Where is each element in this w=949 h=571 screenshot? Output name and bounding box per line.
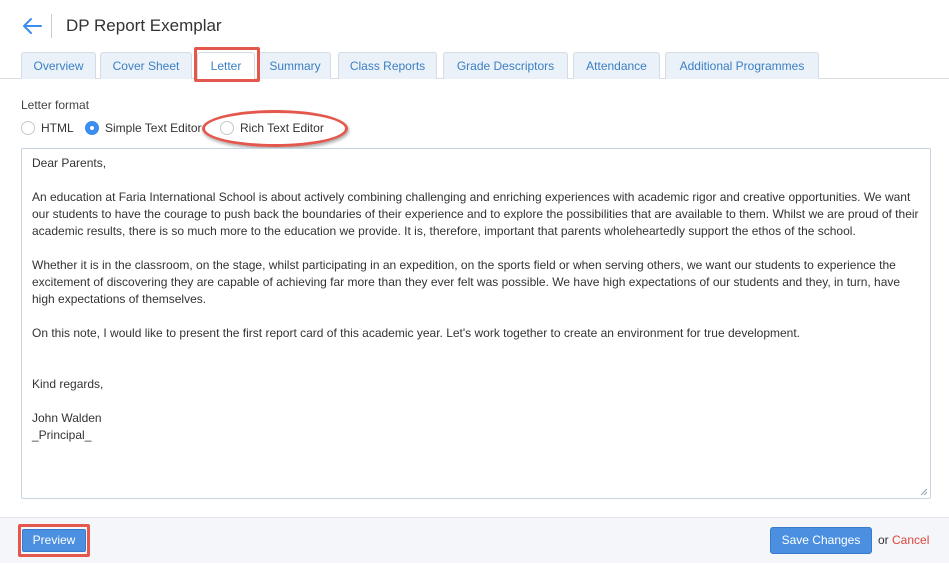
tab-letter[interactable]: Letter [197,52,255,80]
letter-signature-title: _Principal_ [32,428,92,442]
letter-signature-name: John Walden [32,411,102,425]
letter-format-label: Letter format [21,98,90,112]
resize-handle-icon[interactable] [920,488,928,496]
radio-simple-text-editor-label: Simple Text Editor [105,121,202,135]
letter-paragraph: On this note, I would like to present th… [32,326,801,340]
or-text: or [878,533,889,547]
letter-paragraph: Whether it is in the classroom, on the s… [32,258,901,306]
tab-grade-descriptors[interactable]: Grade Descriptors [443,52,568,79]
radio-html[interactable]: HTML [21,121,74,135]
back-button[interactable] [20,14,44,38]
radio-html-circle[interactable] [21,121,35,135]
tab-additional-programmes[interactable]: Additional Programmes [665,52,819,79]
radio-rich-text-editor[interactable]: Rich Text Editor [220,121,324,135]
radio-simple-text-editor[interactable]: Simple Text Editor [85,121,202,135]
header-divider [51,14,52,38]
tab-summary[interactable]: Summary [259,52,331,79]
radio-rich-text-editor-circle[interactable] [220,121,234,135]
cancel-link[interactable]: Cancel [892,533,929,547]
tab-attendance[interactable]: Attendance [573,52,660,79]
letter-paragraph: An education at Faria International Scho… [32,190,919,238]
letter-greeting: Dear Parents, [32,156,107,170]
radio-rich-text-editor-label: Rich Text Editor [240,121,324,135]
preview-button[interactable]: Preview [22,529,86,552]
letter-textarea[interactable]: Dear Parents, An education at Faria Inte… [21,148,931,499]
letter-closing: Kind regards, [32,377,104,391]
page-title: DP Report Exemplar [66,16,222,35]
radio-html-label: HTML [41,121,74,135]
tab-class-reports[interactable]: Class Reports [338,52,437,79]
tab-overview[interactable]: Overview [21,52,96,79]
tab-bar: Overview Cover Sheet Letter Summary Clas… [0,52,949,80]
page-header: DP Report Exemplar [0,0,949,52]
radio-simple-text-editor-circle[interactable] [85,121,99,135]
save-changes-button[interactable]: Save Changes [770,527,872,554]
arrow-left-icon [23,18,42,34]
tab-cover-sheet[interactable]: Cover Sheet [100,52,192,79]
